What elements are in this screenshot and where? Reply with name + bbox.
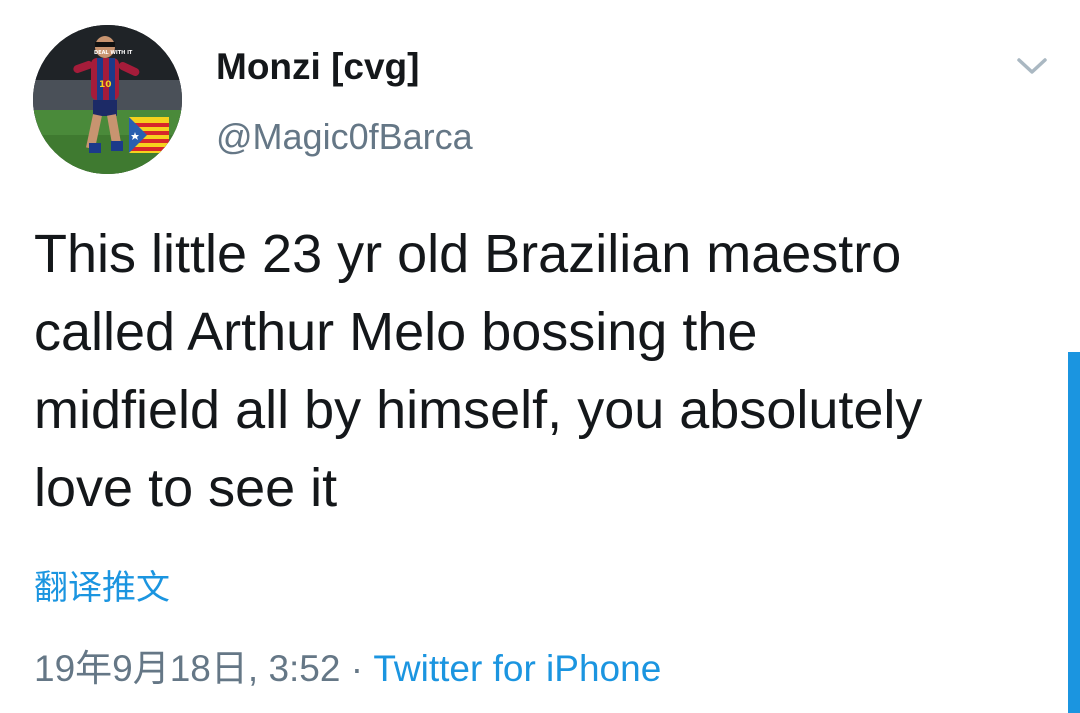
tweet-text-line: This little 23 yr old Brazilian maestro (34, 224, 902, 284)
meta-separator: · (350, 648, 364, 689)
tweet-text-line: midfield all by himself, you absolutely (34, 380, 923, 440)
tweet-text-line: called Arthur Melo bossing the (34, 302, 758, 362)
display-name[interactable]: Monzi [cvg] (216, 46, 419, 88)
tweet-meta: 19年9月18日, 3:52 · Twitter for iPhone (34, 638, 661, 692)
avatar-caption: DEAL WITH IT (94, 50, 133, 56)
tweet-text: This little 23 yr old Brazilian maestro … (34, 215, 1054, 527)
tweet-menu-button[interactable] (1012, 50, 1052, 84)
svg-text:10: 10 (99, 80, 112, 90)
translate-tweet-link[interactable]: 翻译推文 (34, 560, 170, 609)
user-handle[interactable]: @Magic0fBarca (216, 116, 473, 158)
chevron-down-icon (1017, 58, 1047, 74)
timestamp: 19年9月18日, 3:52 (34, 648, 341, 689)
scroll-indicator[interactable] (1068, 352, 1080, 713)
source-link[interactable]: Twitter for iPhone (373, 648, 661, 689)
tweet-text-line: love to see it (34, 458, 338, 518)
avatar[interactable]: 10 DEAL WITH IT (33, 25, 182, 174)
avatar-image: 10 DEAL WITH IT (33, 25, 182, 174)
